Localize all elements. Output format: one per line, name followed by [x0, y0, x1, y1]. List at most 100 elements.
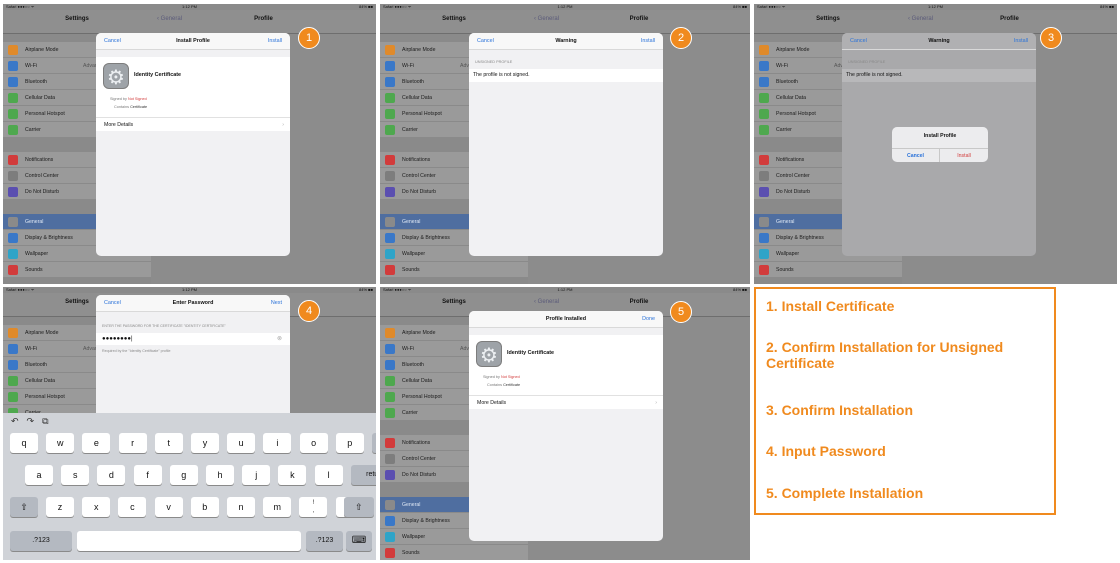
general-icon [759, 217, 769, 227]
signed-by-value: Not Signed [500, 375, 520, 379]
key-c[interactable]: c [118, 497, 147, 517]
step-badge-4: 4 [298, 300, 320, 322]
sounds-icon [385, 548, 395, 558]
key-x[interactable]: x [82, 497, 111, 517]
airplane-mode-icon [8, 45, 18, 55]
install-button[interactable]: Install [641, 33, 655, 50]
step-label-3: 3. Confirm Installation [766, 402, 914, 418]
alert-install-button[interactable]: Install [940, 148, 988, 162]
key-s[interactable]: s [61, 465, 90, 485]
certificate-gear-icon [476, 341, 502, 367]
key-exclamation-comma[interactable]: ! , [299, 497, 328, 517]
airplane-mode-icon [759, 45, 769, 55]
more-details-row[interactable]: More Details › [96, 117, 290, 131]
warning-message: The profile is not signed. [473, 72, 530, 78]
key-g[interactable]: g [169, 465, 198, 485]
control-center-icon [759, 171, 769, 181]
notifications-icon [8, 155, 18, 165]
personal-hotspot-icon [385, 109, 395, 119]
shift-key-left[interactable]: ⇧ [10, 497, 38, 517]
key-e[interactable]: e [82, 433, 111, 453]
sidebar-item-label: Sounds [776, 267, 794, 273]
sheet-header: Cancel Enter Password Next [96, 295, 290, 312]
bluetooth-icon [385, 77, 395, 87]
key-p[interactable]: p [335, 433, 364, 453]
sidebar-item-label: Carrier [402, 127, 418, 133]
cellular-data-icon [8, 93, 18, 103]
key-a[interactable]: a [25, 465, 53, 485]
do-not-disturb-icon [759, 187, 769, 197]
sidebar-item-sounds[interactable]: Sounds [380, 262, 528, 278]
key-r[interactable]: r [118, 433, 147, 453]
key-n[interactable]: n [227, 497, 255, 517]
personal-hotspot-icon [8, 392, 18, 402]
key-o[interactable]: o [299, 433, 328, 453]
personal-hotspot-icon [385, 392, 395, 402]
paste-icon[interactable]: ⧉ [42, 417, 48, 427]
key-k[interactable]: k [278, 465, 307, 485]
key-l[interactable]: l [314, 465, 343, 485]
key-j[interactable]: j [242, 465, 271, 485]
sidebar-item-sounds[interactable]: Sounds [380, 545, 528, 560]
certificate-name: Identity Certificate [507, 350, 555, 356]
contains-row: Contains Certificate [487, 383, 520, 387]
sheet-title: Warning [555, 38, 577, 44]
install-button[interactable]: Install [1014, 33, 1028, 50]
key-f[interactable]: f [133, 465, 162, 485]
password-prompt: ENTER THE PASSWORD FOR THE CERTIFICATE "… [102, 324, 226, 328]
numbers-key-left[interactable]: .?123 [10, 531, 72, 551]
carrier-icon [385, 125, 395, 135]
key-t[interactable]: t [154, 433, 183, 453]
settings-title: Settings [442, 16, 466, 22]
space-bar[interactable] [77, 531, 301, 551]
key-i[interactable]: i [263, 433, 292, 453]
return-key[interactable]: return [350, 465, 376, 485]
key-v[interactable]: v [154, 497, 183, 517]
key-y[interactable]: y [191, 433, 219, 453]
key-m[interactable]: m [263, 497, 292, 517]
contains-value: Certificate [130, 105, 148, 109]
numbers-key-right[interactable]: .?123 [306, 531, 343, 551]
more-details-row[interactable]: More Details › [469, 395, 663, 409]
install-sheet: CancelInstall ProfileInstallIdentity Cer… [96, 33, 290, 256]
wallpaper-icon [8, 249, 18, 259]
install-action-button[interactable]: Install [268, 33, 282, 50]
sidebar-item-label: Personal Hotspot [402, 111, 442, 117]
alert-cancel-button[interactable]: Cancel [892, 148, 940, 162]
contains-label: Contains [487, 383, 502, 387]
settings-title: Settings [65, 16, 89, 22]
bluetooth-icon [8, 77, 18, 87]
installed-action-button[interactable]: Done [642, 311, 655, 328]
cellular-data-icon [385, 93, 395, 103]
key-b[interactable]: b [190, 497, 219, 517]
sidebar-item-label: Bluetooth [402, 79, 424, 85]
hide-keyboard-key[interactable]: ⌨ [346, 531, 372, 551]
clear-icon[interactable]: ⊗ [277, 333, 282, 345]
notifications-icon [385, 155, 395, 165]
sidebar-item-sounds[interactable]: Sounds [3, 262, 151, 278]
key-z[interactable]: z [46, 497, 74, 517]
contains-row: Contains Certificate [114, 105, 147, 109]
delete-key[interactable]: ⌫ [372, 433, 376, 453]
wi-fi-icon [759, 61, 769, 71]
carrier-icon [759, 125, 769, 135]
chevron-right-icon: › [655, 400, 657, 406]
contains-value: Certificate [503, 383, 521, 387]
undo-icon[interactable]: ↶ [11, 417, 19, 427]
key-d[interactable]: d [97, 465, 126, 485]
shift-key-right[interactable]: ⇧ [343, 497, 374, 517]
key-u[interactable]: u [227, 433, 256, 453]
password-field[interactable]: ●●●●●●●●| ⊗ [96, 333, 290, 345]
carrier-icon [385, 408, 395, 418]
redo-icon[interactable]: ↷ [27, 417, 35, 427]
next-button[interactable]: Next [271, 295, 282, 312]
key-q[interactable]: q [10, 433, 38, 453]
key-w[interactable]: w [46, 433, 75, 453]
sidebar-item-label: Display & Brightness [25, 235, 73, 241]
sidebar-item-label: Wi-Fi [776, 63, 789, 69]
key-h[interactable]: h [206, 465, 234, 485]
sidebar-item-sounds[interactable]: Sounds [754, 262, 902, 278]
sidebar-item-label: Wi-Fi [402, 346, 415, 352]
sidebar-item-label: Wi-Fi [25, 63, 38, 69]
do-not-disturb-icon [385, 470, 395, 480]
